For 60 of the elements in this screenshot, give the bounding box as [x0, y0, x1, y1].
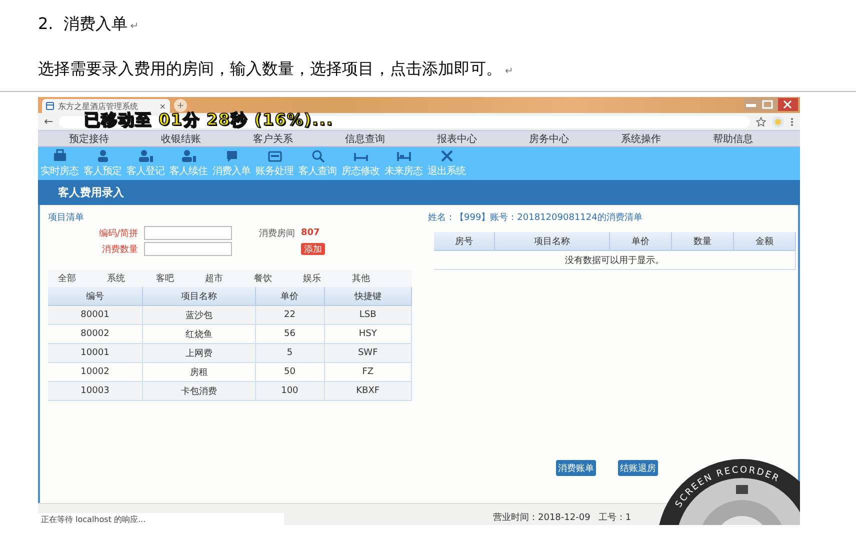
business-time: 营业时间：2018-12-09 — [493, 512, 590, 524]
table-cell: 卡包消费 — [142, 382, 256, 400]
panel-title: 客人费用录入 — [58, 185, 124, 200]
room-number: 807 — [301, 228, 321, 238]
menu-item[interactable]: 收银结账 — [135, 132, 227, 146]
table-cell: 蓝沙包 — [142, 306, 256, 324]
empty-message: 没有数据可以用于显示。 — [434, 250, 796, 270]
menu-item[interactable]: 信息查询 — [319, 132, 411, 146]
field-label: 消费数量 — [101, 244, 138, 256]
column-header: 数量 — [672, 232, 734, 250]
table-cell: KBXF — [324, 382, 412, 400]
section-heading: 消费入单 — [63, 14, 128, 35]
category-tab[interactable]: 其他 — [352, 272, 401, 285]
table-cell: SWF — [324, 344, 412, 362]
menu-item[interactable]: 帮助信息 — [687, 132, 779, 146]
column-header: 单价 — [610, 232, 672, 250]
menu-item[interactable]: 房务中心 — [503, 132, 595, 146]
back-button[interactable]: ← — [44, 115, 54, 128]
table-cell: LSB — [324, 306, 412, 324]
menu-item[interactable]: 系统操作 — [595, 132, 687, 146]
category-tab[interactable]: 超市 — [205, 272, 254, 285]
heading-number: 2. — [38, 14, 54, 33]
tab-title: 东方之星酒店管理系统 — [58, 100, 139, 112]
column-header: 快捷键 — [324, 287, 412, 306]
paragraph-text: 选择需要录入费用的房间，输入数量，选择项目，点击添加即可。 — [38, 59, 502, 80]
staff-number: 工号：1 — [598, 512, 632, 524]
section-title: 项目清单 — [48, 212, 85, 224]
add-button[interactable]: 添加 — [301, 243, 325, 255]
table-cell: 100 — [255, 382, 324, 400]
menu-item[interactable]: 预定接待 — [43, 132, 135, 146]
field-label: 消费房间 — [258, 228, 295, 240]
loading-status: 正在等待 localhost 的响应... — [38, 513, 284, 525]
table-cell: 上网费 — [142, 344, 256, 362]
table-cell: 10001 — [48, 344, 142, 362]
menu-item[interactable]: 报表中心 — [411, 132, 503, 146]
column-header: 项目名称 — [142, 287, 256, 306]
table-cell: 5 — [255, 344, 324, 362]
paragraph-mark: ↵ — [130, 21, 139, 32]
table-cell: 22 — [255, 306, 324, 324]
category-tab[interactable]: 客吧 — [156, 272, 205, 285]
paragraph-mark: ↵ — [505, 66, 514, 77]
bill-title: 姓名：【999】账号：20181209081124的消费清单 — [428, 212, 644, 224]
column-header: 单价 — [255, 287, 324, 306]
column-header: 项目名称 — [494, 232, 610, 250]
table-cell: 10003 — [48, 382, 142, 400]
category-tab[interactable]: 全部 — [58, 272, 107, 285]
field-label: 编码/简拼 — [98, 228, 138, 240]
action-button[interactable]: 消费账单 — [556, 460, 596, 476]
table-cell: 80001 — [48, 306, 142, 324]
category-tab[interactable]: 娱乐 — [303, 272, 352, 285]
action-button[interactable]: 结账退房 — [618, 460, 658, 476]
browser-tab[interactable]: 东方之星酒店管理系统 × — [42, 99, 170, 113]
category-tab[interactable]: 系统 — [107, 272, 156, 285]
recorder-progress-text: 已移动至 01分 28秒 (16%)... — [84, 110, 334, 131]
column-header: 编号 — [48, 287, 142, 306]
column-header: 房号 — [434, 232, 494, 250]
column-header: 金额 — [734, 232, 796, 250]
menu-item[interactable]: 客户关系 — [227, 132, 319, 146]
category-tab[interactable]: 餐饮 — [254, 272, 303, 285]
close-icon[interactable]: × — [159, 102, 166, 110]
